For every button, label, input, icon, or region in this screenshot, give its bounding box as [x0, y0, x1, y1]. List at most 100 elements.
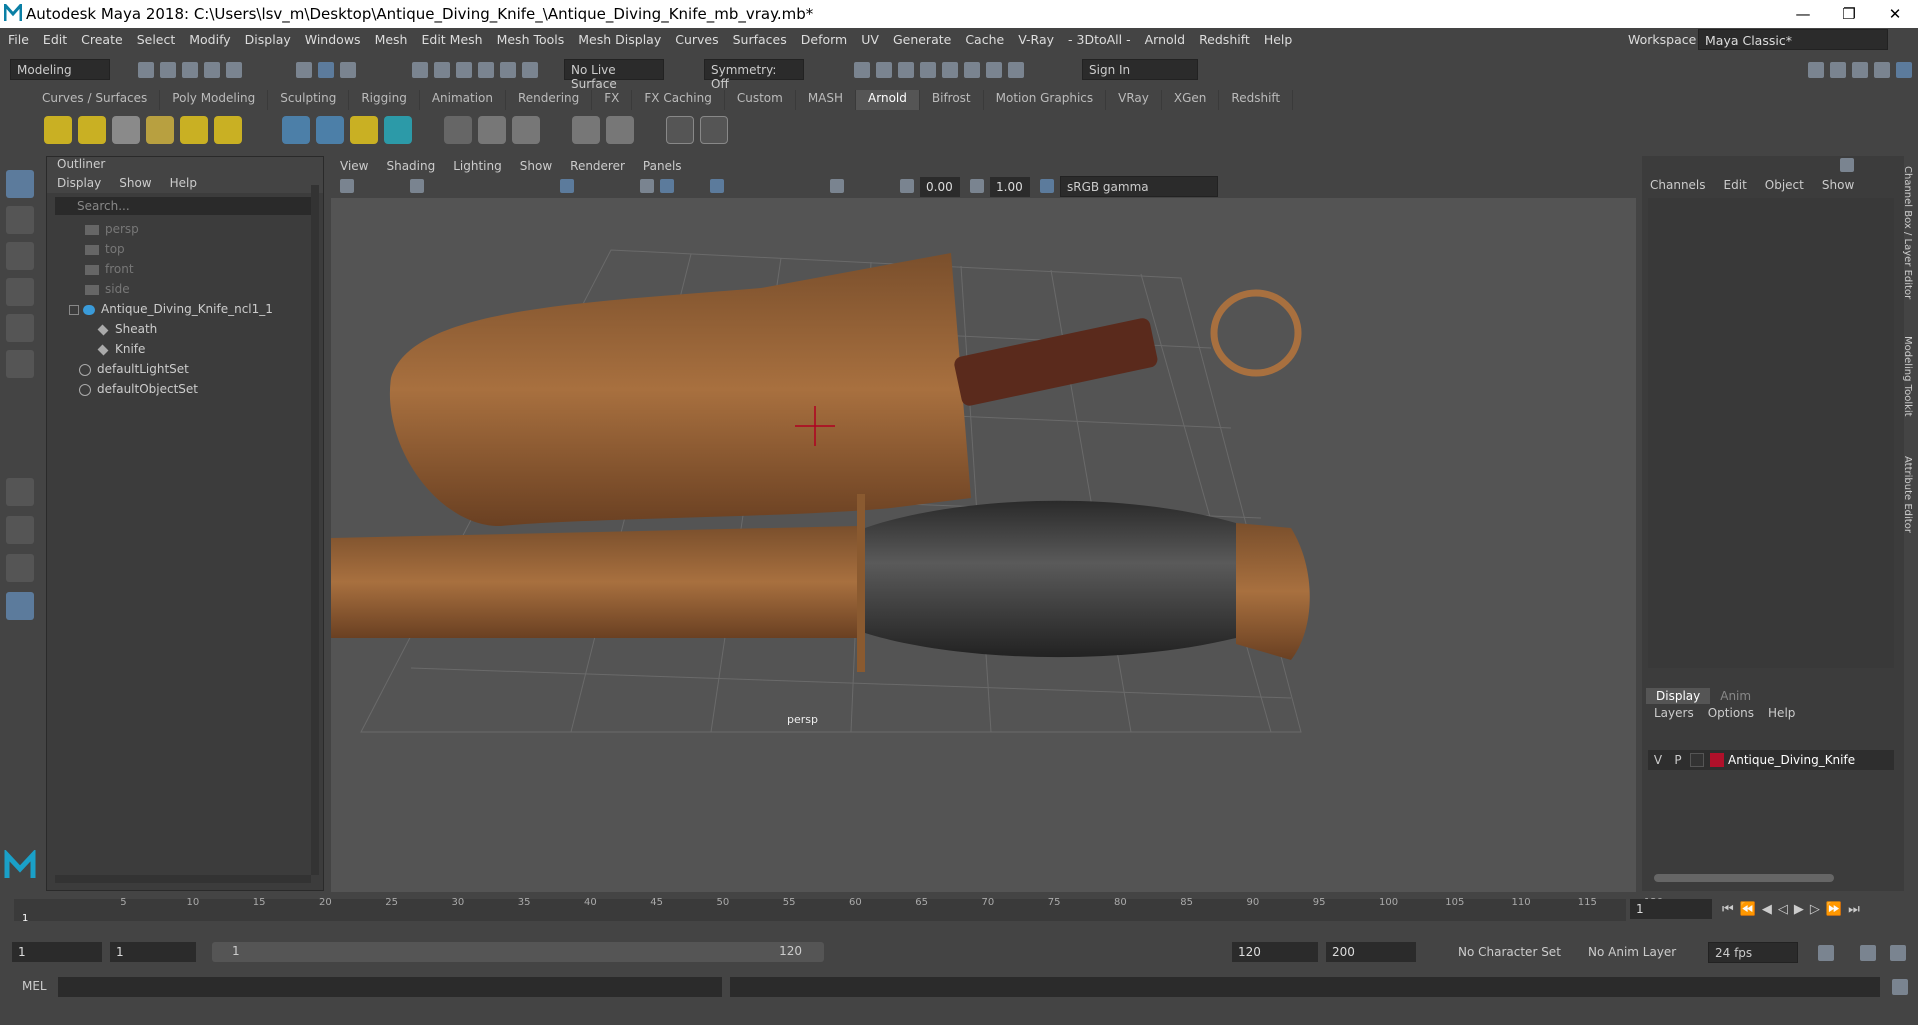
snap-vertex-icon[interactable] [522, 62, 538, 78]
outliner-item-knife[interactable]: Knife [97, 339, 323, 359]
single-view-icon[interactable] [6, 478, 34, 506]
tab-redshift[interactable]: Redshift [1219, 90, 1294, 110]
tab-mash[interactable]: MASH [796, 90, 857, 110]
go-to-start-icon[interactable]: ⏮ [1722, 902, 1734, 917]
menu-edit-mesh[interactable]: Edit Mesh [421, 32, 482, 47]
channel-menu-show[interactable]: Show [1822, 178, 1854, 192]
hypershade-icon[interactable] [942, 62, 958, 78]
arnold-light-icon[interactable] [44, 116, 72, 144]
outliner-menu-help[interactable]: Help [170, 176, 197, 190]
outliner-item-persp[interactable]: persp [85, 219, 323, 239]
menu-create[interactable]: Create [81, 32, 123, 47]
menu-edit[interactable]: Edit [43, 32, 67, 47]
step-forward-icon[interactable]: ▷ [1810, 902, 1820, 917]
channel-box-settings-icon[interactable] [1840, 158, 1854, 172]
tab-vray[interactable]: VRay [1106, 90, 1162, 110]
menu-mesh-display[interactable]: Mesh Display [578, 32, 661, 47]
visibility-icon[interactable] [666, 116, 694, 144]
side-tab-attribute-editor[interactable]: Attribute Editor [1902, 456, 1913, 533]
attribute-editor-icon[interactable] [1830, 62, 1846, 78]
tab-curves-surfaces[interactable]: Curves / Surfaces [30, 90, 161, 110]
layer-visibility-toggle[interactable]: V [1648, 753, 1668, 767]
menu-mesh-tools[interactable]: Mesh Tools [497, 32, 565, 47]
play-forward-icon[interactable]: ▶ [1794, 902, 1804, 917]
layer-menu-options[interactable]: Options [1708, 706, 1754, 720]
txt-manager-icon[interactable] [478, 116, 506, 144]
modeling-toolkit-icon[interactable] [1808, 62, 1824, 78]
exposure-field[interactable]: 0.00 [920, 177, 960, 197]
outliner-item-side[interactable]: side [85, 279, 323, 299]
layer-menu-help[interactable]: Help [1768, 706, 1795, 720]
select-component-icon[interactable] [340, 62, 356, 78]
wireframe-icon[interactable] [640, 179, 654, 193]
tab-bifrost[interactable]: Bifrost [920, 90, 984, 110]
menu-3dtoall[interactable]: - 3DtoAll - [1068, 32, 1131, 47]
command-input[interactable] [58, 977, 722, 997]
scale-tool-icon[interactable] [6, 350, 34, 378]
license-manager-icon[interactable] [512, 116, 540, 144]
arnold-render-view-icon[interactable] [572, 116, 600, 144]
restore-button[interactable]: ❐ [1826, 0, 1872, 28]
render-view-icon[interactable] [854, 62, 870, 78]
viewport-menu-view[interactable]: View [340, 159, 368, 173]
channel-menu-edit[interactable]: Edit [1724, 178, 1747, 192]
arnold-ipr-icon[interactable] [606, 116, 634, 144]
layer-scrollbar[interactable] [1654, 874, 1834, 882]
step-forward-key-icon[interactable]: ⏩ [1826, 902, 1842, 917]
play-render-icon[interactable] [700, 116, 728, 144]
animation-prefs-icon[interactable] [1890, 945, 1906, 961]
physical-sky-icon[interactable] [214, 116, 242, 144]
sign-in-button[interactable]: Sign In [1082, 59, 1198, 80]
snap-grid-icon[interactable] [412, 62, 428, 78]
close-button[interactable]: ✕ [1872, 0, 1918, 28]
xray-icon[interactable] [710, 179, 724, 193]
menu-windows[interactable]: Windows [305, 32, 361, 47]
undo-icon[interactable] [204, 62, 220, 78]
outliner-item-top[interactable]: top [85, 239, 323, 259]
menu-cache[interactable]: Cache [965, 32, 1004, 47]
mesh-light-icon[interactable] [78, 116, 106, 144]
four-view-icon[interactable] [6, 516, 34, 544]
symmetry-dropdown[interactable]: Symmetry: Off [704, 59, 804, 91]
viewport-menu-lighting[interactable]: Lighting [453, 159, 502, 173]
layer-editor-icon[interactable] [1896, 62, 1912, 78]
loop-icon[interactable] [1818, 945, 1834, 961]
outliner-menu-display[interactable]: Display [57, 176, 101, 190]
menu-modify[interactable]: Modify [189, 32, 230, 47]
tab-fx[interactable]: FX [592, 90, 633, 110]
side-tab-modeling-toolkit[interactable]: Modeling Toolkit [1902, 336, 1913, 417]
layer-playback-toggle[interactable]: P [1668, 753, 1688, 767]
outliner-item-group[interactable]: Antique_Diving_Knife_ncl1_1 [69, 299, 323, 319]
two-view-icon[interactable] [6, 554, 34, 582]
menu-surfaces[interactable]: Surfaces [733, 32, 787, 47]
menu-help[interactable]: Help [1264, 32, 1293, 47]
outliner-item-object-set[interactable]: defaultObjectSet [79, 379, 323, 399]
layer-type-toggle[interactable] [1690, 753, 1704, 767]
standin-icon[interactable] [282, 116, 310, 144]
layer-row[interactable]: V P Antique_Diving_Knife [1648, 750, 1894, 770]
ipr-render-icon[interactable] [898, 62, 914, 78]
tool-settings-icon[interactable] [1852, 62, 1868, 78]
menu-curves[interactable]: Curves [675, 32, 718, 47]
character-set-dropdown[interactable]: No Character Set [1458, 945, 1561, 959]
camera-select-icon[interactable] [340, 179, 354, 193]
layer-color-swatch[interactable] [1710, 753, 1724, 767]
rotate-tool-icon[interactable] [6, 314, 34, 342]
outliner-hscrollbar[interactable] [55, 875, 311, 883]
side-tab-channel-box[interactable]: Channel Box / Layer Editor [1902, 166, 1913, 299]
playback-end-field[interactable]: 120 [1232, 942, 1318, 962]
layer-menu-layers[interactable]: Layers [1654, 706, 1694, 720]
open-scene-icon[interactable] [160, 62, 176, 78]
menu-vray[interactable]: V-Ray [1018, 32, 1054, 47]
isolate-select-icon[interactable] [830, 179, 844, 193]
tab-xgen[interactable]: XGen [1162, 90, 1220, 110]
tab-display[interactable]: Display [1646, 688, 1711, 704]
render-settings-icon[interactable] [920, 62, 936, 78]
go-to-end-icon[interactable]: ⏭ [1848, 902, 1860, 917]
viewport-menu-show[interactable]: Show [520, 159, 552, 173]
flush-cache-icon[interactable] [444, 116, 472, 144]
new-scene-icon[interactable] [138, 62, 154, 78]
channel-menu-object[interactable]: Object [1765, 178, 1804, 192]
viewport-3d[interactable]: persp [331, 198, 1636, 892]
menu-select[interactable]: Select [137, 32, 176, 47]
